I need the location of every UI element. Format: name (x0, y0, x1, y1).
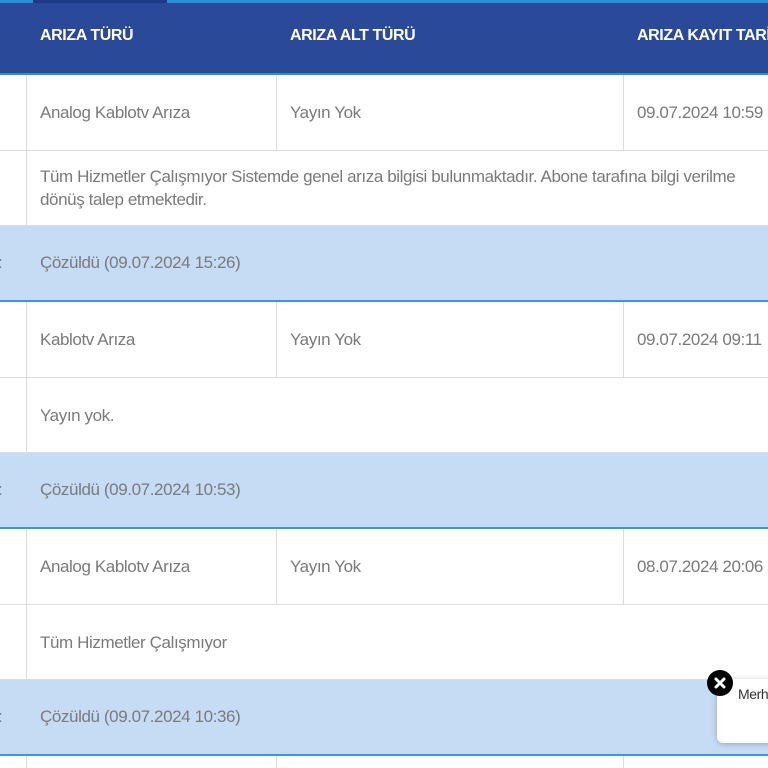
column-divider (276, 302, 277, 377)
column-divider (276, 756, 277, 768)
fault-description-line: Tüm Hizmetler Çalışmıyor Sistemde genel … (40, 167, 736, 186)
fault-record-row[interactable]: Kablotv Arıza Yayın Yok 09.07.2024 09:11 (0, 302, 768, 378)
column-divider (26, 151, 27, 225)
status-label-colon: : (0, 680, 3, 754)
chat-greeting: Merh (738, 686, 768, 702)
fault-record-row (0, 756, 768, 768)
fault-type: Analog Kablotv Arıza (40, 102, 190, 122)
fault-type: Analog Kablotv Arıza (40, 556, 190, 576)
table-header: ARIZA TÜRÜ ARIZA ALT TÜRÜ ARIZA KAYIT TA… (0, 3, 768, 75)
fault-record-date: 09.07.2024 10:59 (637, 102, 763, 122)
close-icon-glyph (714, 677, 726, 689)
column-divider (623, 756, 624, 768)
fault-description: Tüm Hizmetler Çalışmıyor Sistemde genel … (40, 151, 768, 225)
fault-status-row: : Çözüldü (09.07.2024 10:53) (0, 453, 768, 529)
fault-record-row[interactable]: Analog Kablotv Arıza Yayın Yok 08.07.202… (0, 529, 768, 605)
column-divider (276, 529, 277, 604)
fault-description-line: Tüm Hizmetler Çalışmıyor (40, 632, 227, 652)
fault-status: Çözüldü (09.07.2024 10:53) (40, 480, 241, 499)
fault-status-row: : Çözüldü (09.07.2024 15:26) (0, 226, 768, 302)
close-icon[interactable] (707, 670, 733, 696)
fault-record-row[interactable]: Analog Kablotv Arıza Yayın Yok 09.07.202… (0, 75, 768, 151)
fault-description-line: dönüş talep etmektedir. (40, 190, 207, 209)
column-divider (26, 75, 27, 150)
fault-type: Kablotv Arıza (40, 329, 135, 349)
column-header-kayit-tarihi[interactable]: ARIZA KAYIT TARİ (637, 3, 768, 73)
column-header-ariza-turu[interactable]: ARIZA TÜRÜ (40, 3, 134, 73)
fault-record-date: 09.07.2024 09:11 (637, 329, 762, 349)
column-divider (26, 605, 27, 679)
fault-subtype: Yayın Yok (290, 102, 361, 122)
fault-description-row: Tüm Hizmetler Çalışmıyor (0, 605, 768, 680)
column-divider (623, 529, 624, 604)
fault-record-date: 08.07.2024 20:06 (637, 556, 763, 576)
column-divider (26, 378, 27, 452)
column-divider (623, 75, 624, 150)
fault-subtype: Yayın Yok (290, 556, 361, 576)
fault-subtype: Yayın Yok (290, 329, 361, 349)
column-divider (276, 75, 277, 150)
fault-status: Çözüldü (09.07.2024 10:36) (40, 707, 241, 726)
fault-description: Yayın yok. (40, 378, 768, 452)
status-label-colon: : (0, 226, 3, 300)
fault-status-row: : Çözüldü (09.07.2024 10:36) (0, 680, 768, 756)
column-divider (26, 302, 27, 377)
status-label-colon: : (0, 453, 3, 527)
column-divider (26, 529, 27, 604)
fault-description-row: Yayın yok. (0, 378, 768, 453)
column-divider (623, 302, 624, 377)
column-divider (26, 756, 27, 768)
column-header-ariza-alt-turu[interactable]: ARIZA ALT TÜRÜ (290, 3, 416, 73)
fault-description-line: Yayın yok. (40, 405, 115, 425)
fault-status: Çözüldü (09.07.2024 15:26) (40, 253, 241, 272)
fault-description: Tüm Hizmetler Çalışmıyor (40, 605, 768, 679)
fault-description-row: Tüm Hizmetler Çalışmıyor Sistemde genel … (0, 151, 768, 226)
